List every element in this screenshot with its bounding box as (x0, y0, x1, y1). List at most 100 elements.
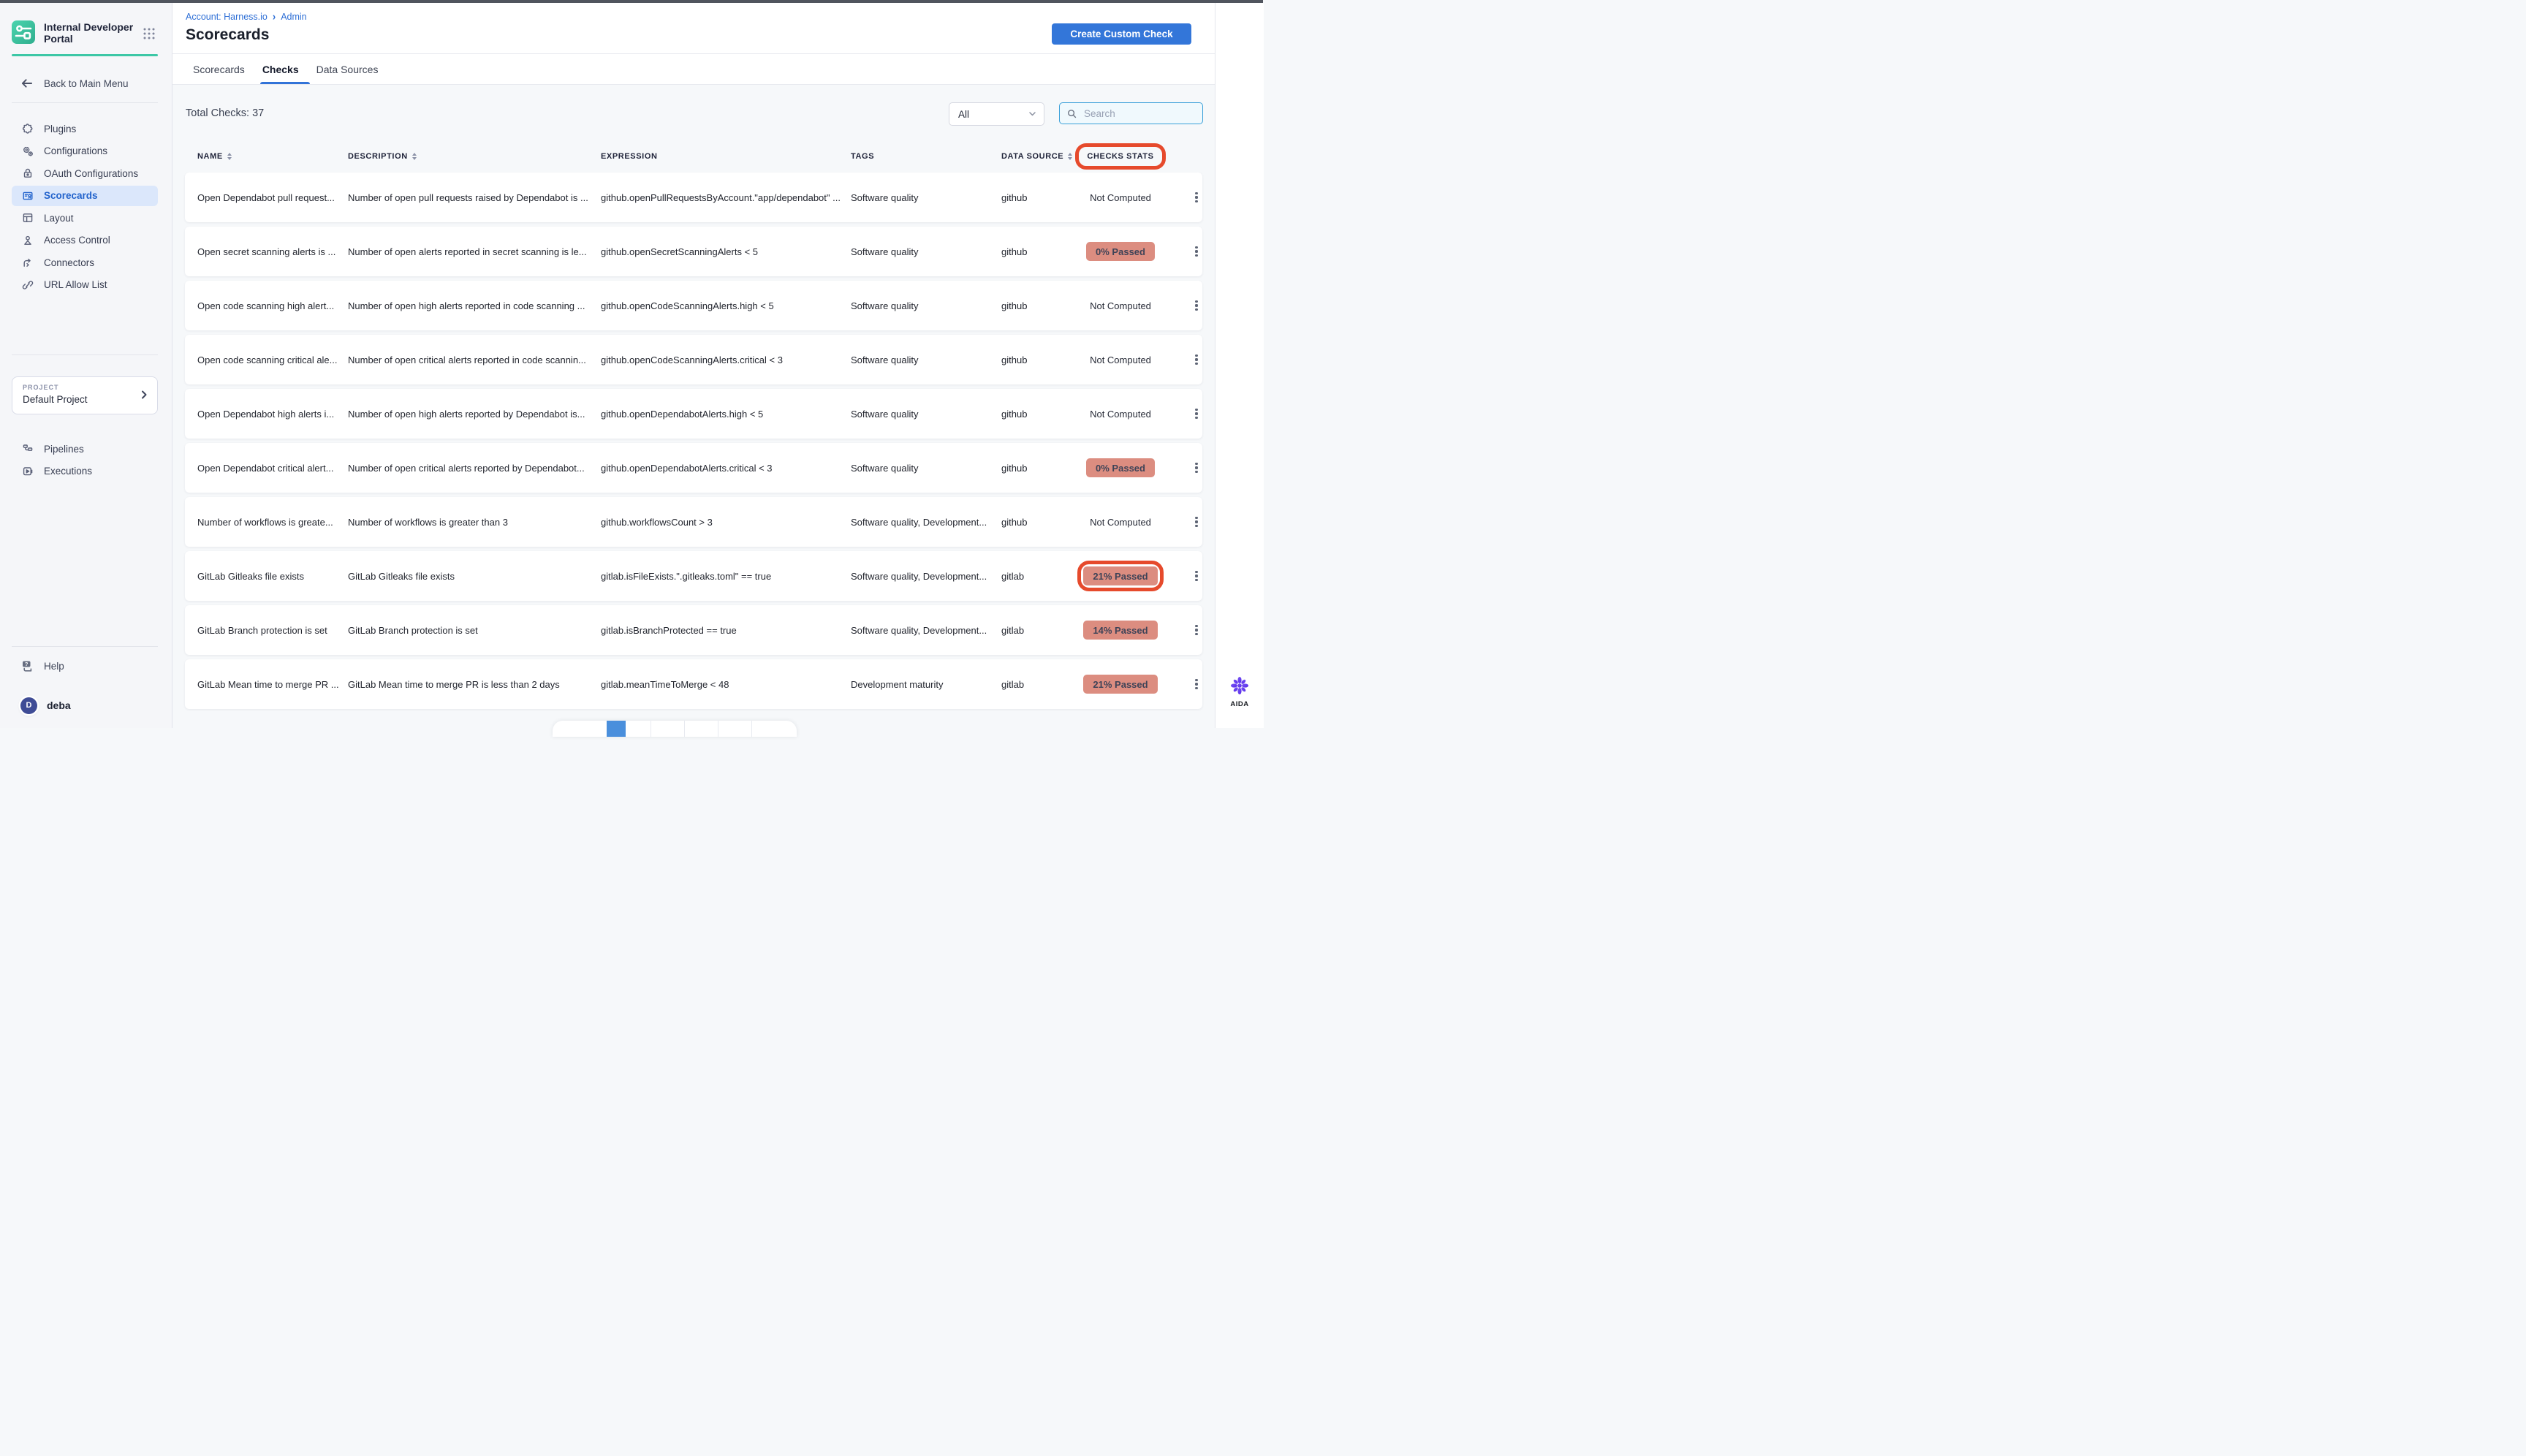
cell-data-source: gitlab (1001, 571, 1058, 582)
table-row[interactable]: Number of workflows is greate...Number o… (185, 497, 1202, 547)
tab-bar: Scorecards Checks Data Sources (193, 54, 378, 84)
cell-tags: Software quality (851, 300, 994, 311)
row-menu-button[interactable] (1193, 298, 1199, 314)
sidebar-item-configurations[interactable]: Configurations (12, 141, 158, 162)
sidebar-item-access-control[interactable]: Access Control (12, 230, 158, 251)
chevron-down-icon (1028, 109, 1037, 118)
cell-tags: Software quality, Development... (851, 517, 994, 528)
row-menu-button[interactable] (1193, 352, 1199, 368)
help-label: Help (44, 661, 64, 672)
person-icon (22, 235, 34, 246)
stat-badge: 14% Passed (1083, 621, 1157, 640)
cell-expression: github.openCodeScanningAlerts.high < 5 (601, 300, 843, 311)
row-menu-button[interactable] (1193, 460, 1199, 476)
total-checks-count: Total Checks: 37 (186, 107, 264, 119)
aida-label: AIDA (1215, 700, 1264, 708)
aida-assistant-button[interactable]: AIDA (1215, 675, 1264, 708)
cell-data-source: github (1001, 192, 1058, 203)
sidebar-nav: PluginsConfigurationsOAuth Configuration… (12, 118, 158, 297)
cell-checks-stats: 0% Passed (1066, 458, 1175, 477)
module-grid-icon[interactable] (142, 26, 156, 41)
pipeline-icon (22, 443, 34, 455)
row-menu-button[interactable] (1193, 406, 1199, 422)
row-menu-button[interactable] (1193, 677, 1199, 692)
sidebar-item-label: Access Control (44, 235, 110, 246)
pagination-bar[interactable] (553, 721, 797, 737)
tab-checks[interactable]: Checks (262, 64, 299, 75)
table-row[interactable]: Open code scanning critical ale...Number… (185, 335, 1202, 384)
row-menu-button[interactable] (1193, 569, 1199, 584)
row-menu-button[interactable] (1193, 244, 1199, 259)
stat-text: Not Computed (1090, 517, 1151, 528)
sidebar-item-label: Layout (44, 213, 74, 224)
sidebar-item-help[interactable]: ? Help (12, 656, 158, 676)
cell-expression: github.openCodeScanningAlerts.critical <… (601, 354, 843, 365)
column-header-description[interactable]: DESCRIPTION (348, 152, 593, 161)
sidebar-item-pipelines[interactable]: Pipelines (12, 439, 158, 459)
table-row[interactable]: GitLab Gitleaks file existsGitLab Gitlea… (185, 551, 1202, 601)
sidebar-item-scorecards[interactable]: Scorecards (12, 186, 158, 206)
cell-data-source: gitlab (1001, 625, 1058, 636)
breadcrumb-account-link[interactable]: Account: Harness.io (186, 12, 268, 22)
filter-dropdown[interactable]: All (949, 102, 1044, 126)
sort-arrows-icon[interactable] (412, 153, 417, 160)
column-header-label: NAME (197, 152, 223, 161)
breadcrumb-admin-link[interactable]: Admin (281, 12, 306, 22)
tab-data-sources[interactable]: Data Sources (316, 64, 379, 75)
sidebar-item-oauth-configurations[interactable]: OAuth Configurations (12, 163, 158, 183)
search-box (1059, 102, 1203, 124)
row-menu-button[interactable] (1193, 190, 1199, 205)
cell-data-source: github (1001, 517, 1058, 528)
column-header-label: TAGS (851, 152, 874, 161)
row-menu-button[interactable] (1193, 623, 1199, 638)
active-tab-indicator (260, 82, 310, 85)
tab-scorecards[interactable]: Scorecards (193, 64, 245, 75)
cell-expression: gitlab.isFileExists.".gitleaks.toml" == … (601, 571, 843, 582)
sidebar-item-label: Pipelines (44, 444, 84, 455)
create-custom-check-button[interactable]: Create Custom Check (1052, 23, 1191, 45)
table-row[interactable]: Open Dependabot critical alert...Number … (185, 443, 1202, 493)
cell-data-source: github (1001, 463, 1058, 474)
cell-description: GitLab Gitleaks file exists (348, 571, 593, 582)
cell-name: Open secret scanning alerts is ... (197, 246, 341, 257)
user-profile[interactable]: D deba (12, 695, 158, 716)
stat-text: Not Computed (1090, 354, 1151, 365)
divider (12, 646, 158, 647)
cell-tags: Software quality (851, 409, 994, 420)
user-name: deba (47, 699, 71, 711)
cell-name: Open Dependabot high alerts i... (197, 409, 341, 420)
cell-tags: Software quality (851, 463, 994, 474)
column-header-tags: TAGS (851, 152, 994, 161)
sort-arrows-icon[interactable] (227, 153, 232, 160)
column-header-label: DATA SOURCE (1001, 152, 1063, 161)
cell-description: Number of open high alerts reported by D… (348, 409, 593, 420)
cell-checks-stats: Not Computed (1066, 354, 1175, 365)
back-to-main-menu[interactable]: Back to Main Menu (12, 73, 158, 94)
cell-data-source: github (1001, 300, 1058, 311)
cell-description: GitLab Mean time to merge PR is less tha… (348, 679, 593, 690)
column-header-data-source[interactable]: DATA SOURCE (1001, 152, 1058, 161)
sidebar-item-layout[interactable]: Layout (12, 208, 158, 228)
sidebar-item-executions[interactable]: Executions (12, 461, 158, 482)
cell-checks-stats: Not Computed (1066, 517, 1175, 528)
table-row[interactable]: Open secret scanning alerts is ... Number… (185, 227, 1202, 276)
project-selector[interactable]: PROJECT Default Project (12, 376, 158, 414)
table-row[interactable]: GitLab Branch protection is setGitLab Br… (185, 605, 1202, 655)
cell-description: Number of open alerts reported in secret… (348, 246, 593, 257)
cell-expression: github.openDependabotAlerts.high < 5 (601, 409, 843, 420)
row-menu-button[interactable] (1193, 515, 1199, 530)
cell-name: Open code scanning critical ale... (197, 354, 341, 365)
sidebar-item-url-allow-list[interactable]: URL Allow List (12, 275, 158, 295)
back-label: Back to Main Menu (44, 78, 129, 89)
sidebar-item-plugins[interactable]: Plugins (12, 118, 158, 139)
cell-description: GitLab Branch protection is set (348, 625, 593, 636)
column-header-name[interactable]: NAME (197, 152, 341, 161)
active-page-button[interactable] (607, 721, 626, 737)
table-row[interactable]: Open code scanning high alert...Number o… (185, 281, 1202, 330)
search-input[interactable] (1082, 107, 1215, 120)
table-row[interactable]: GitLab Mean time to merge PR ...GitLab M… (185, 659, 1202, 709)
sidebar-item-connectors[interactable]: Connectors (12, 252, 158, 273)
table-row[interactable]: Open Dependabot pull request...Number of… (185, 172, 1202, 222)
table-row[interactable]: Open Dependabot high alerts i... Number o… (185, 389, 1202, 439)
cell-name: Open Dependabot pull request... (197, 192, 341, 203)
